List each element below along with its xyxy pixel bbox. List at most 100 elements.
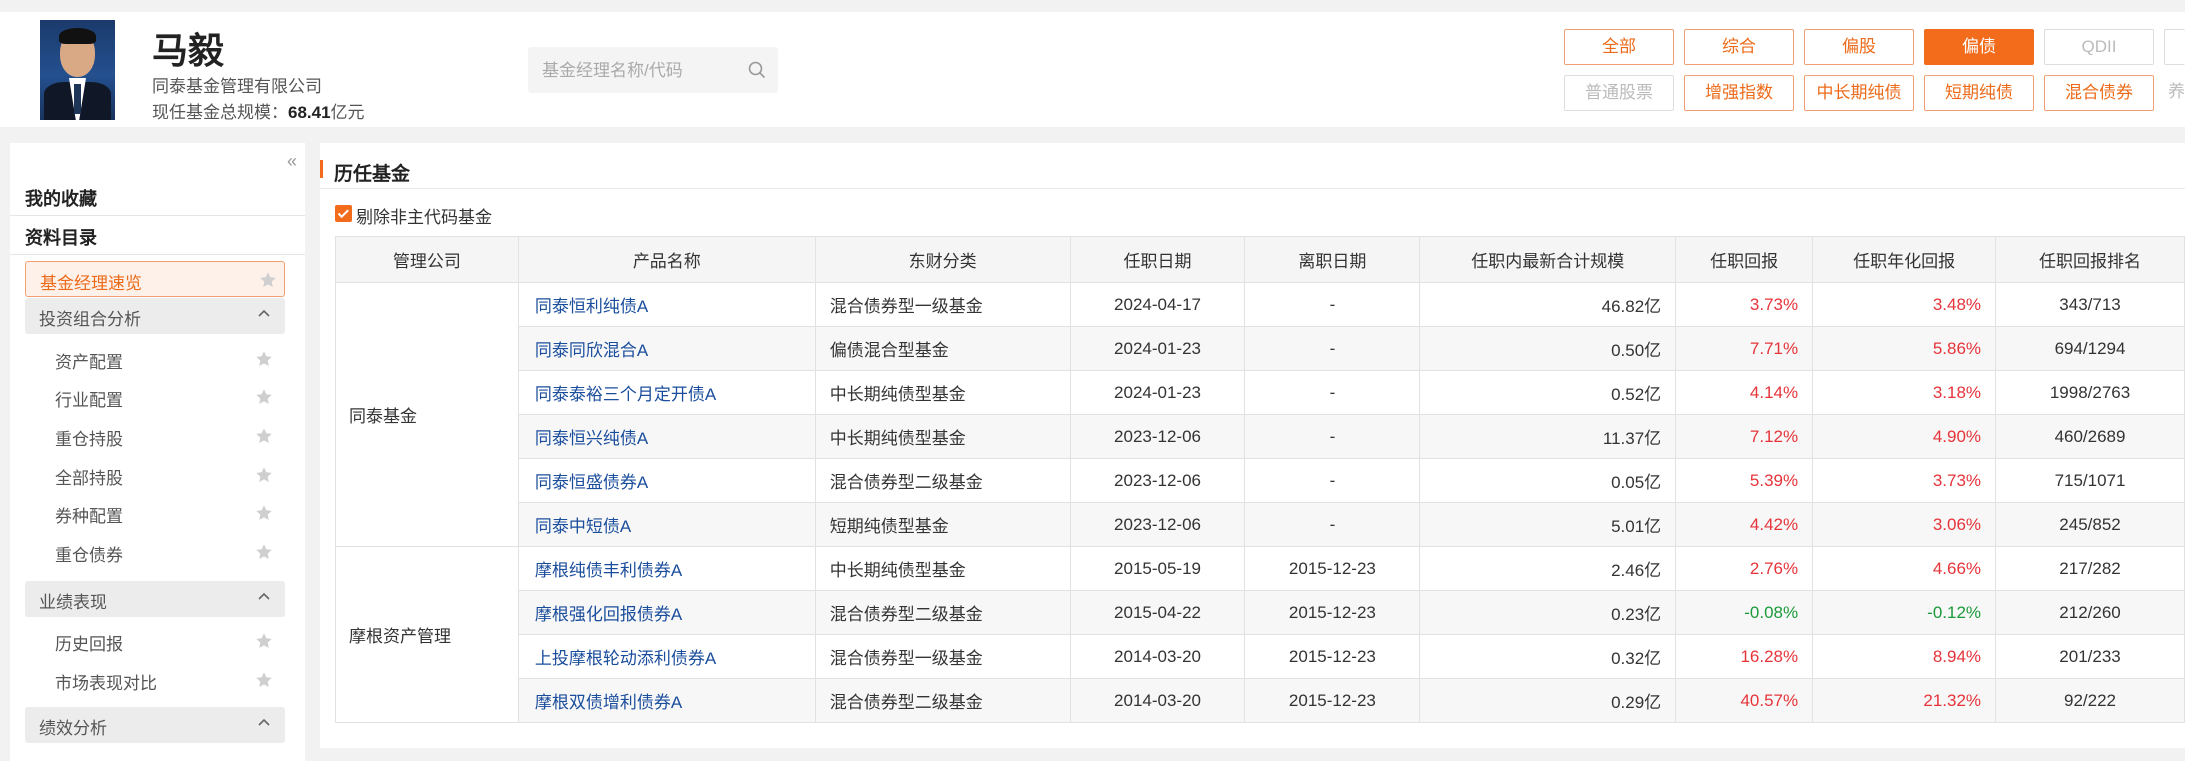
total-scale: 0.23亿 bbox=[1419, 590, 1677, 635]
sidebar-item-market-comparison[interactable]: 市场表现对比 bbox=[55, 669, 157, 694]
table-row[interactable]: 同泰中短债A 短期纯债型基金 2023-12-06-5.01亿 4.42% 3.06% 2… bbox=[336, 502, 2185, 547]
start-date: 2015-05-19 bbox=[1069, 546, 1246, 591]
fund-name-link[interactable]: 上投摩根轮动添利债券A bbox=[517, 634, 816, 679]
favorite-star-icon[interactable] bbox=[259, 271, 277, 289]
sidebar-group-label: 绩效分析 bbox=[39, 719, 107, 738]
filter-short-bond[interactable]: 短期纯债 bbox=[1924, 75, 2034, 111]
return-rank: 694/1294 bbox=[1995, 326, 2185, 371]
start-date: 2014-03-20 bbox=[1069, 634, 1246, 679]
divider bbox=[10, 215, 305, 216]
filter-mixed-bond[interactable]: 混合债券 bbox=[2044, 75, 2154, 111]
sidebar-catalog: 资料目录 bbox=[25, 228, 97, 248]
sidebar-item-manager-overview[interactable]: 基金经理速览 bbox=[25, 261, 285, 297]
favorite-star-icon[interactable] bbox=[255, 543, 273, 561]
column-header-return[interactable]: 任职回报 bbox=[1675, 236, 1814, 283]
sidebar: « 我的收藏 资料目录 基金经理速览 投资组合分析 资产配置 行业配置 重仓持股… bbox=[10, 143, 305, 761]
checkbox-label[interactable]: 剔除非主代码基金 bbox=[356, 203, 492, 228]
search-icon[interactable] bbox=[748, 61, 766, 79]
column-header-return-rank[interactable]: 任职回报排名 bbox=[1995, 236, 2185, 283]
favorite-star-icon[interactable] bbox=[255, 671, 273, 689]
column-header-end-date[interactable]: 离职日期 bbox=[1244, 236, 1421, 283]
favorite-star-icon[interactable] bbox=[255, 388, 273, 406]
filter-all[interactable]: 全部 bbox=[1564, 29, 1674, 65]
table-row[interactable]: 同泰同欣混合A 偏债混合型基金 2024-01-23-0.50亿 7.71% 5.86%… bbox=[336, 326, 2185, 371]
annualized-return: 3.06% bbox=[1812, 502, 1997, 547]
company-cell: 同泰基金 bbox=[335, 282, 519, 547]
sidebar-item-bond-type-allocation[interactable]: 券种配置 bbox=[55, 502, 123, 527]
chevron-up-icon[interactable] bbox=[257, 306, 271, 320]
favorite-star-icon[interactable] bbox=[255, 427, 273, 445]
end-date: 2015-12-23 bbox=[1244, 590, 1421, 635]
favorite-star-icon[interactable] bbox=[255, 632, 273, 650]
filter-row1-overflow[interactable] bbox=[2164, 29, 2185, 65]
column-header-annualized-return[interactable]: 任职年化回报 bbox=[1812, 236, 1997, 283]
filter-common-stock[interactable]: 普通股票 bbox=[1564, 75, 1674, 111]
fund-name-link[interactable]: 同泰恒兴纯债A bbox=[517, 414, 816, 459]
search-input[interactable] bbox=[540, 57, 744, 85]
favorite-star-icon[interactable] bbox=[255, 350, 273, 368]
sidebar-item-historical-returns[interactable]: 历史回报 bbox=[55, 630, 123, 655]
total-scale: 0.32亿 bbox=[1419, 634, 1677, 679]
fund-name-link[interactable]: 同泰泰裕三个月定开债A bbox=[517, 370, 816, 415]
table-row[interactable]: 同泰恒盛债券A 混合债券型二级基金 2023-12-06-0.05亿 5.39% 3.7… bbox=[336, 458, 2185, 503]
chevron-up-icon[interactable] bbox=[257, 589, 271, 603]
sidebar-item-asset-allocation[interactable]: 资产配置 bbox=[55, 348, 123, 373]
annualized-return: 3.73% bbox=[1812, 458, 1997, 503]
filter-pension[interactable]: 养 bbox=[2164, 75, 2185, 111]
favorite-star-icon[interactable] bbox=[255, 466, 273, 484]
fund-name-link[interactable]: 同泰同欣混合A bbox=[517, 326, 816, 371]
annualized-return: 3.48% bbox=[1812, 282, 1997, 327]
table-row[interactable]: 同泰基金 同泰恒利纯债A 混合债券型一级基金 2024-04-17-46.82亿 3.7… bbox=[335, 282, 2185, 547]
fund-name-link[interactable]: 摩根强化回报债券A bbox=[517, 590, 816, 635]
filter-qdii[interactable]: QDII bbox=[2044, 29, 2154, 65]
exclude-non-main-checkbox[interactable] bbox=[335, 205, 352, 222]
table-row[interactable]: 同泰恒兴纯债A 中长期纯债型基金 2023-12-06-11.37亿 7.12% 4.9… bbox=[336, 414, 2185, 459]
annualized-return: 4.66% bbox=[1812, 546, 1997, 591]
total-scale: 0.29亿 bbox=[1419, 678, 1677, 723]
sidebar-group-portfolio-analysis[interactable]: 投资组合分析 bbox=[25, 298, 285, 334]
tenure-return: 7.71% bbox=[1675, 326, 1814, 371]
sidebar-item-top-bonds[interactable]: 重仓债券 bbox=[55, 541, 123, 566]
end-date: - bbox=[1244, 458, 1421, 503]
manager-company: 同泰基金管理有限公司 bbox=[152, 77, 322, 96]
manager-search[interactable] bbox=[528, 47, 778, 93]
fund-name-link[interactable]: 同泰中短债A bbox=[517, 502, 816, 547]
filter-comprehensive[interactable]: 综合 bbox=[1684, 29, 1794, 65]
tenure-return: 3.73% bbox=[1675, 282, 1814, 327]
sidebar-item-top-holdings[interactable]: 重仓持股 bbox=[55, 425, 123, 450]
fund-name-link[interactable]: 摩根双债增利债券A bbox=[517, 678, 816, 723]
fund-category: 短期纯债型基金 bbox=[814, 502, 1071, 547]
chevron-up-icon[interactable] bbox=[257, 715, 271, 729]
return-rank: 245/852 bbox=[1995, 502, 2185, 547]
sidebar-group-performance-analysis[interactable]: 绩效分析 bbox=[25, 707, 285, 743]
return-rank: 715/1071 bbox=[1995, 458, 2185, 503]
filter-enhanced-index[interactable]: 增强指数 bbox=[1684, 75, 1794, 111]
sidebar-group-performance[interactable]: 业绩表现 bbox=[25, 581, 285, 617]
table-row[interactable]: 摩根资产管理 摩根纯债丰利债券A 中长期纯债型基金 2015-05-19 2015-12… bbox=[335, 546, 2185, 723]
fund-name-link[interactable]: 同泰恒盛债券A bbox=[517, 458, 816, 503]
table-row[interactable]: 同泰泰裕三个月定开债A 中长期纯债型基金 2024-01-23-0.52亿 4.14%… bbox=[336, 370, 2185, 415]
annualized-return: 4.90% bbox=[1812, 414, 1997, 459]
table-row[interactable]: 摩根双债增利债券A 混合债券型二级基金 2014-03-20 2015-12-23 0.… bbox=[336, 678, 2185, 723]
filter-mid-long-bond[interactable]: 中长期纯债 bbox=[1804, 75, 1914, 111]
filter-bond-biased[interactable]: 偏债 bbox=[1924, 29, 2034, 65]
collapse-sidebar-icon[interactable]: « bbox=[287, 151, 297, 172]
fund-name-link[interactable]: 摩根纯债丰利债券A bbox=[517, 546, 816, 591]
table-row[interactable]: 上投摩根轮动添利债券A 混合债券型一级基金 2014-03-20 2015-12-23… bbox=[336, 634, 2185, 679]
sidebar-item-all-holdings[interactable]: 全部持股 bbox=[55, 464, 123, 489]
return-rank: 343/713 bbox=[1995, 282, 2185, 327]
fund-name-link[interactable]: 同泰恒利纯债A bbox=[517, 282, 816, 327]
end-date: 2015-12-23 bbox=[1244, 634, 1421, 679]
sidebar-item-industry-allocation[interactable]: 行业配置 bbox=[55, 386, 123, 411]
favorite-star-icon[interactable] bbox=[255, 504, 273, 522]
filter-equity-biased[interactable]: 偏股 bbox=[1804, 29, 1914, 65]
column-header-start-date[interactable]: 任职日期 bbox=[1069, 236, 1246, 283]
column-header-total-scale[interactable]: 任职内最新合计规模 bbox=[1419, 236, 1677, 283]
start-date: 2023-12-06 bbox=[1069, 458, 1246, 503]
history-funds-panel: 历任基金 剔除非主代码基金 管理公司 产品名称 东财分类 任职日期 离职日期 任… bbox=[320, 143, 2185, 748]
total-scale: 46.82亿 bbox=[1419, 282, 1677, 327]
sidebar-favorites[interactable]: 我的收藏 bbox=[25, 185, 97, 211]
total-scale: 2.46亿 bbox=[1419, 546, 1677, 591]
table-row[interactable]: 摩根强化回报债券A 混合债券型二级基金 2015-04-22 2015-12-23 0.… bbox=[336, 590, 2185, 635]
sidebar-group-label: 业绩表现 bbox=[39, 593, 107, 612]
